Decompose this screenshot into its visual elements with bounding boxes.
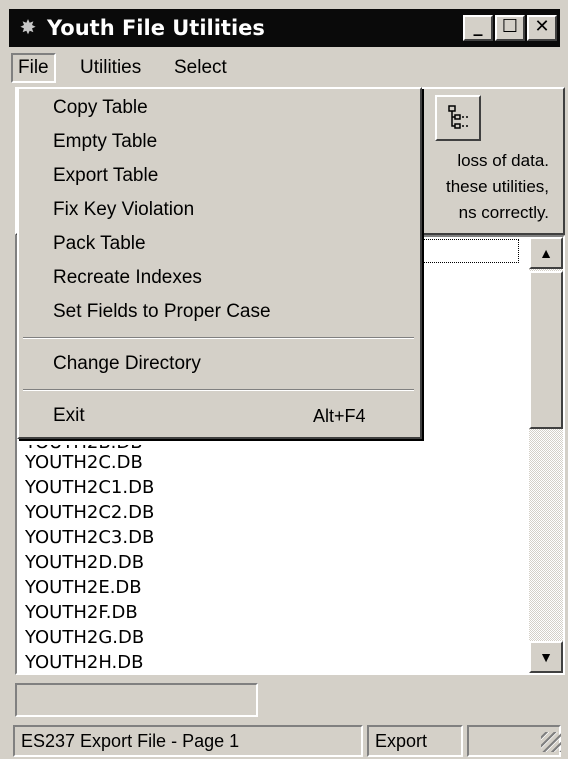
list-item[interactable]: YOUTH2H.DB: [25, 651, 144, 673]
list-item[interactable]: YOUTH2C1.DB: [25, 476, 154, 500]
menu-bar: File Utilities Select: [9, 51, 560, 85]
menu-item-recreate-indexes[interactable]: Recreate Indexes: [53, 263, 202, 293]
vertical-scrollbar[interactable]: ▲ ▼: [529, 237, 563, 673]
info-text-line-1: loss of data.: [457, 151, 549, 170]
menu-select[interactable]: Select: [167, 53, 234, 83]
file-menu-dropdown: Copy Table Empty Table Export Table Fix …: [17, 87, 422, 439]
menu-item-exit-shortcut: Alt+F4: [313, 406, 366, 426]
scroll-up-button[interactable]: ▲: [529, 237, 563, 269]
minimize-button[interactable]: _: [463, 15, 493, 41]
status-mode: Export: [367, 725, 463, 757]
title-bar[interactable]: ✸ Youth File Utilities _ ☐ ✕: [9, 9, 560, 47]
app-window: ✸ Youth File Utilities _ ☐ ✕ File Utilit…: [0, 0, 568, 759]
menu-utilities[interactable]: Utilities: [73, 53, 148, 83]
menu-item-pack-table[interactable]: Pack Table: [53, 229, 146, 259]
hierarchy-icon[interactable]: [435, 95, 481, 141]
list-item[interactable]: YOUTH2E.DB: [25, 576, 142, 600]
info-text-line-2: these utilities,: [446, 177, 549, 196]
menu-file[interactable]: File: [11, 53, 56, 83]
status-text: ES237 Export File - Page 1: [13, 725, 363, 757]
menu-item-empty-table[interactable]: Empty Table: [53, 127, 157, 157]
menu-item-change-directory[interactable]: Change Directory: [53, 349, 201, 379]
menu-item-set-fields-proper-case[interactable]: Set Fields to Proper Case: [53, 297, 271, 327]
menu-separator: [23, 389, 414, 391]
menu-item-copy-table[interactable]: Copy Table: [53, 93, 148, 123]
info-text-line-3: ns correctly.: [458, 203, 549, 222]
scroll-down-button[interactable]: ▼: [529, 641, 563, 673]
list-item[interactable]: YOUTH2F.DB: [25, 601, 138, 625]
menu-item-exit[interactable]: Exit: [53, 401, 85, 431]
window-title: Youth File Utilities: [47, 16, 265, 40]
progress-bar: [15, 683, 258, 717]
list-item[interactable]: YOUTH2D.DB: [25, 551, 144, 575]
resize-grip-icon[interactable]: [541, 732, 561, 752]
list-item[interactable]: YOUTH2C3.DB: [25, 526, 154, 550]
maximize-button[interactable]: ☐: [495, 15, 525, 41]
menu-item-export-table[interactable]: Export Table: [53, 161, 158, 191]
close-button[interactable]: ✕: [527, 15, 557, 41]
scroll-thumb[interactable]: [529, 271, 563, 429]
menu-item-fix-key-violation[interactable]: Fix Key Violation: [53, 195, 194, 225]
list-item[interactable]: YOUTH2C2.DB: [25, 501, 154, 525]
menu-separator: [23, 337, 414, 339]
app-icon[interactable]: ✸: [17, 17, 39, 39]
list-item[interactable]: YOUTH2C.DB: [25, 451, 143, 475]
list-item[interactable]: YOUTH2G.DB: [25, 626, 144, 650]
